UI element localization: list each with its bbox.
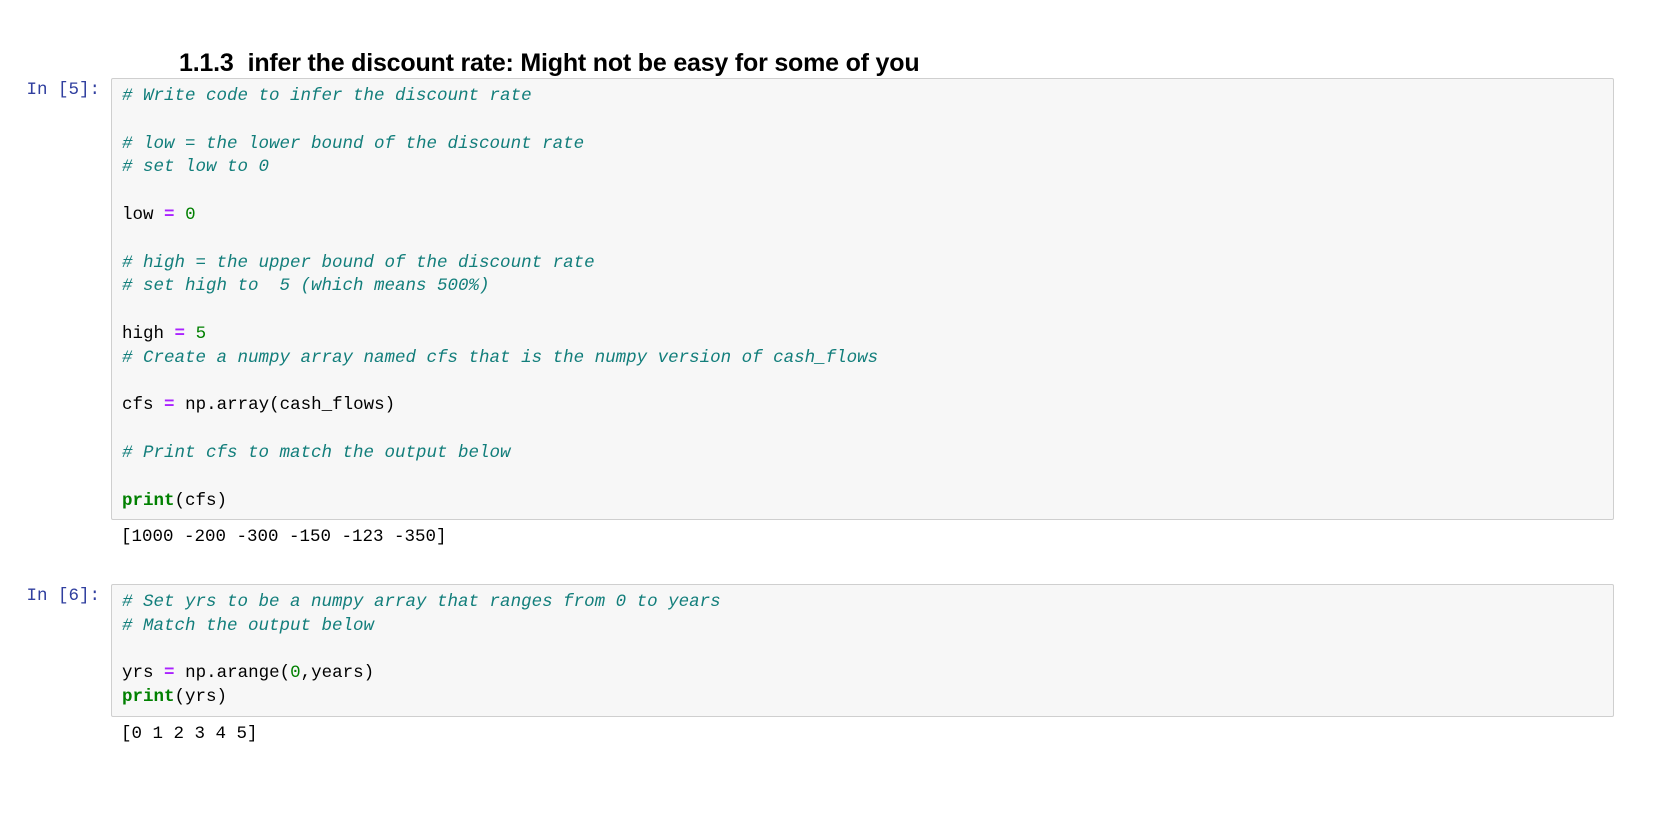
output-area-cell-2: [0 1 2 3 4 5] xyxy=(0,723,258,747)
input-prompt-cell-1[interactable]: In [5]: xyxy=(0,78,111,102)
output-text-cell-1: [1000 -200 -300 -150 -123 -350] xyxy=(121,527,447,547)
code-cell-2: In [6]: # Set yrs to be a numpy array th… xyxy=(0,584,1614,717)
input-prompt-cell-2[interactable]: In [6]: xyxy=(0,584,111,608)
output-text-cell-2: [0 1 2 3 4 5] xyxy=(121,724,258,744)
code-editor-cell-1[interactable]: # Write code to infer the discount rate … xyxy=(111,78,1614,521)
notebook-page: 1.1.3 infer the discount rate: Might not … xyxy=(0,0,1678,816)
output-area-cell-1: [1000 -200 -300 -150 -123 -350] xyxy=(0,526,447,550)
code-content-cell-2[interactable]: # Set yrs to be a numpy array that range… xyxy=(122,591,1605,710)
code-editor-cell-2[interactable]: # Set yrs to be a numpy array that range… xyxy=(111,584,1614,717)
code-cell-1: In [5]: # Write code to infer the discou… xyxy=(0,78,1614,521)
code-content-cell-1[interactable]: # Write code to infer the discount rate … xyxy=(122,85,1605,513)
section-number: 1.1.3 xyxy=(178,49,234,77)
section-title-text: infer the discount rate: Might not be ea… xyxy=(247,49,920,77)
